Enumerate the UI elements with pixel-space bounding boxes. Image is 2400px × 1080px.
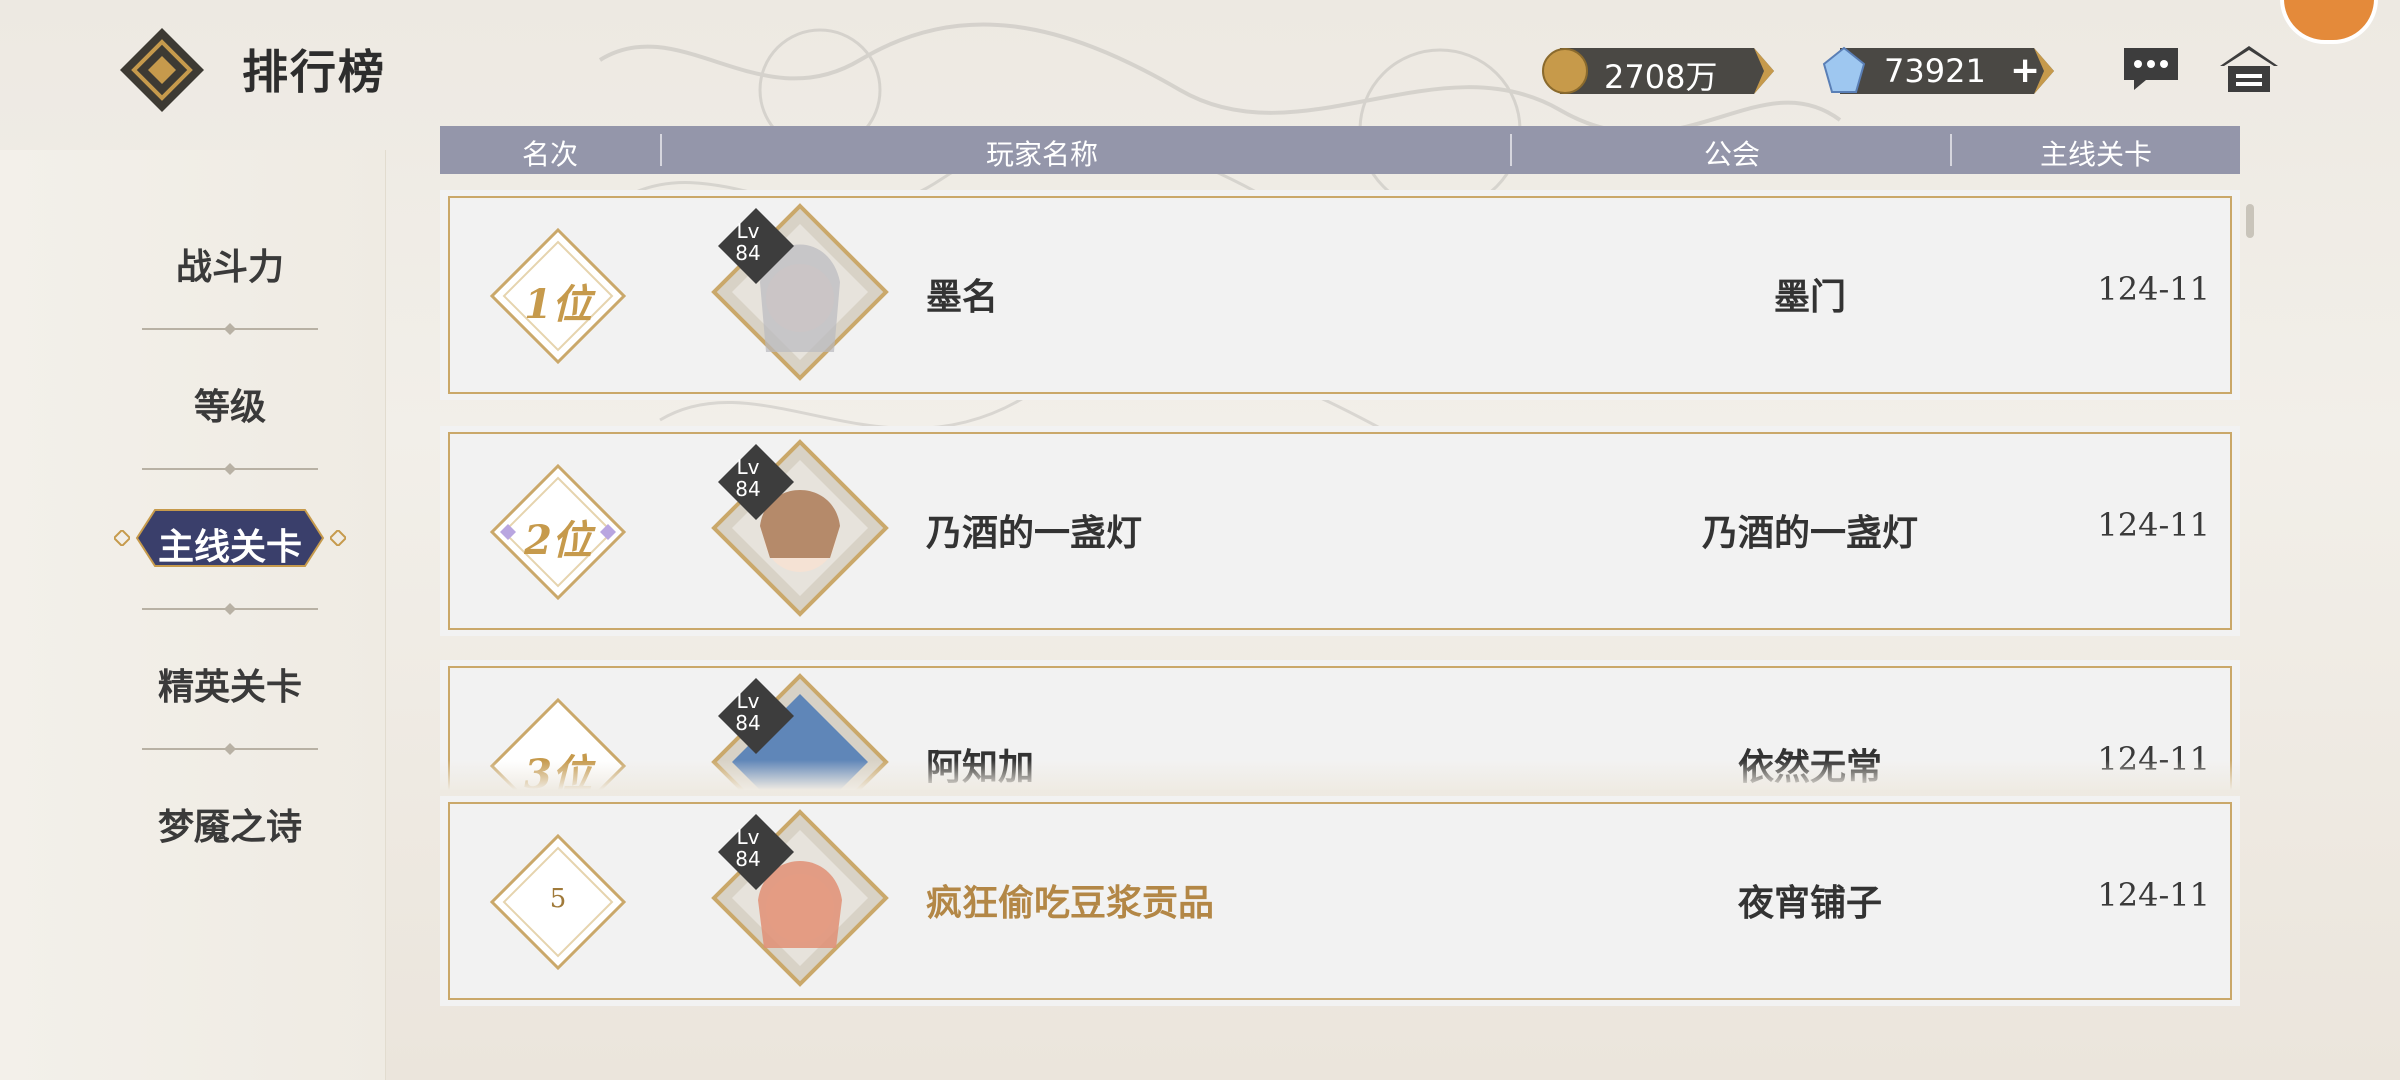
level-badge: Lv 84 <box>718 220 778 264</box>
row-fade-mask <box>440 760 2240 790</box>
page-title: 排行榜 <box>242 45 386 99</box>
level-badge: Lv 84 <box>718 826 778 870</box>
add-gem-button[interactable]: + <box>2010 50 2040 91</box>
player-name: 疯狂偷吃豆浆贡品 <box>926 882 1215 924</box>
level-value: 84 <box>735 847 761 871</box>
chat-icon[interactable] <box>2120 44 2182 94</box>
sidebar-item-nightmare-poem[interactable]: 梦魇之诗 <box>0 798 460 850</box>
player-name: 乃酒的一盏灯 <box>926 512 1143 554</box>
sidebar-divider <box>142 743 318 755</box>
player-avatar[interactable] <box>2280 0 2378 44</box>
sidebar-divider <box>142 603 318 615</box>
ranking-row[interactable]: 2位 Lv 84 乃酒的一盏灯 乃酒的一盏灯 124-11 <box>440 426 2240 636</box>
sidebar-divider <box>142 323 318 335</box>
gem-amount: 73921 <box>1884 52 1986 90</box>
home-icon[interactable] <box>2218 44 2280 94</box>
sidebar-item-level[interactable]: 等级 <box>0 378 460 430</box>
level-badge: Lv 84 <box>718 690 778 734</box>
sidebar-item-elite-stage[interactable]: 精英关卡 <box>0 658 460 710</box>
level-value: 84 <box>735 241 761 265</box>
column-player-name: 玩家名称 <box>985 138 1098 171</box>
ranking-row-partial[interactable]: 3位 Lv84 阿知加 依然无常 124-11 <box>440 660 2240 790</box>
sidebar-divider <box>142 463 318 475</box>
sidebar-item-combat-power[interactable]: 战斗力 <box>0 238 460 290</box>
column-main-stage: 主线关卡 <box>2039 138 2152 171</box>
level-prefix: Lv <box>736 455 760 479</box>
stage-value: 124-11 <box>2097 876 2210 914</box>
level-prefix: Lv <box>736 219 760 243</box>
rank-label: 1位 <box>524 281 592 328</box>
level-prefix: Lv <box>736 825 760 849</box>
rank-label: 2位 <box>524 517 592 564</box>
column-rank: 名次 <box>521 138 578 171</box>
list-scrollbar[interactable] <box>2246 204 2254 238</box>
sidebar-item-main-stage[interactable]: 主线关卡 <box>0 518 460 570</box>
table-header: 名次 玩家名称 公会 主线关卡 <box>440 126 2240 174</box>
ranking-logo-icon <box>120 28 204 112</box>
level-prefix: Lv <box>736 689 760 713</box>
player-name: 墨名 <box>926 276 999 318</box>
rank-label: 5 <box>549 884 567 914</box>
stage-value: 124-11 <box>2097 270 2210 308</box>
gold-amount: 2708万 <box>1604 58 1718 96</box>
stage-value: 124-11 <box>2097 506 2210 544</box>
ranking-row[interactable]: 1位 Lv 84 墨名 墨门 124-11 <box>440 190 2240 400</box>
level-value: 84 <box>735 477 761 501</box>
own-ranking-row[interactable]: 5 Lv 84 疯狂偷吃豆浆贡品 夜宵铺子 124-11 <box>440 796 2240 1006</box>
column-guild: 公会 <box>1703 138 1760 171</box>
level-value: 84 <box>735 711 761 735</box>
level-badge: Lv 84 <box>718 456 778 500</box>
